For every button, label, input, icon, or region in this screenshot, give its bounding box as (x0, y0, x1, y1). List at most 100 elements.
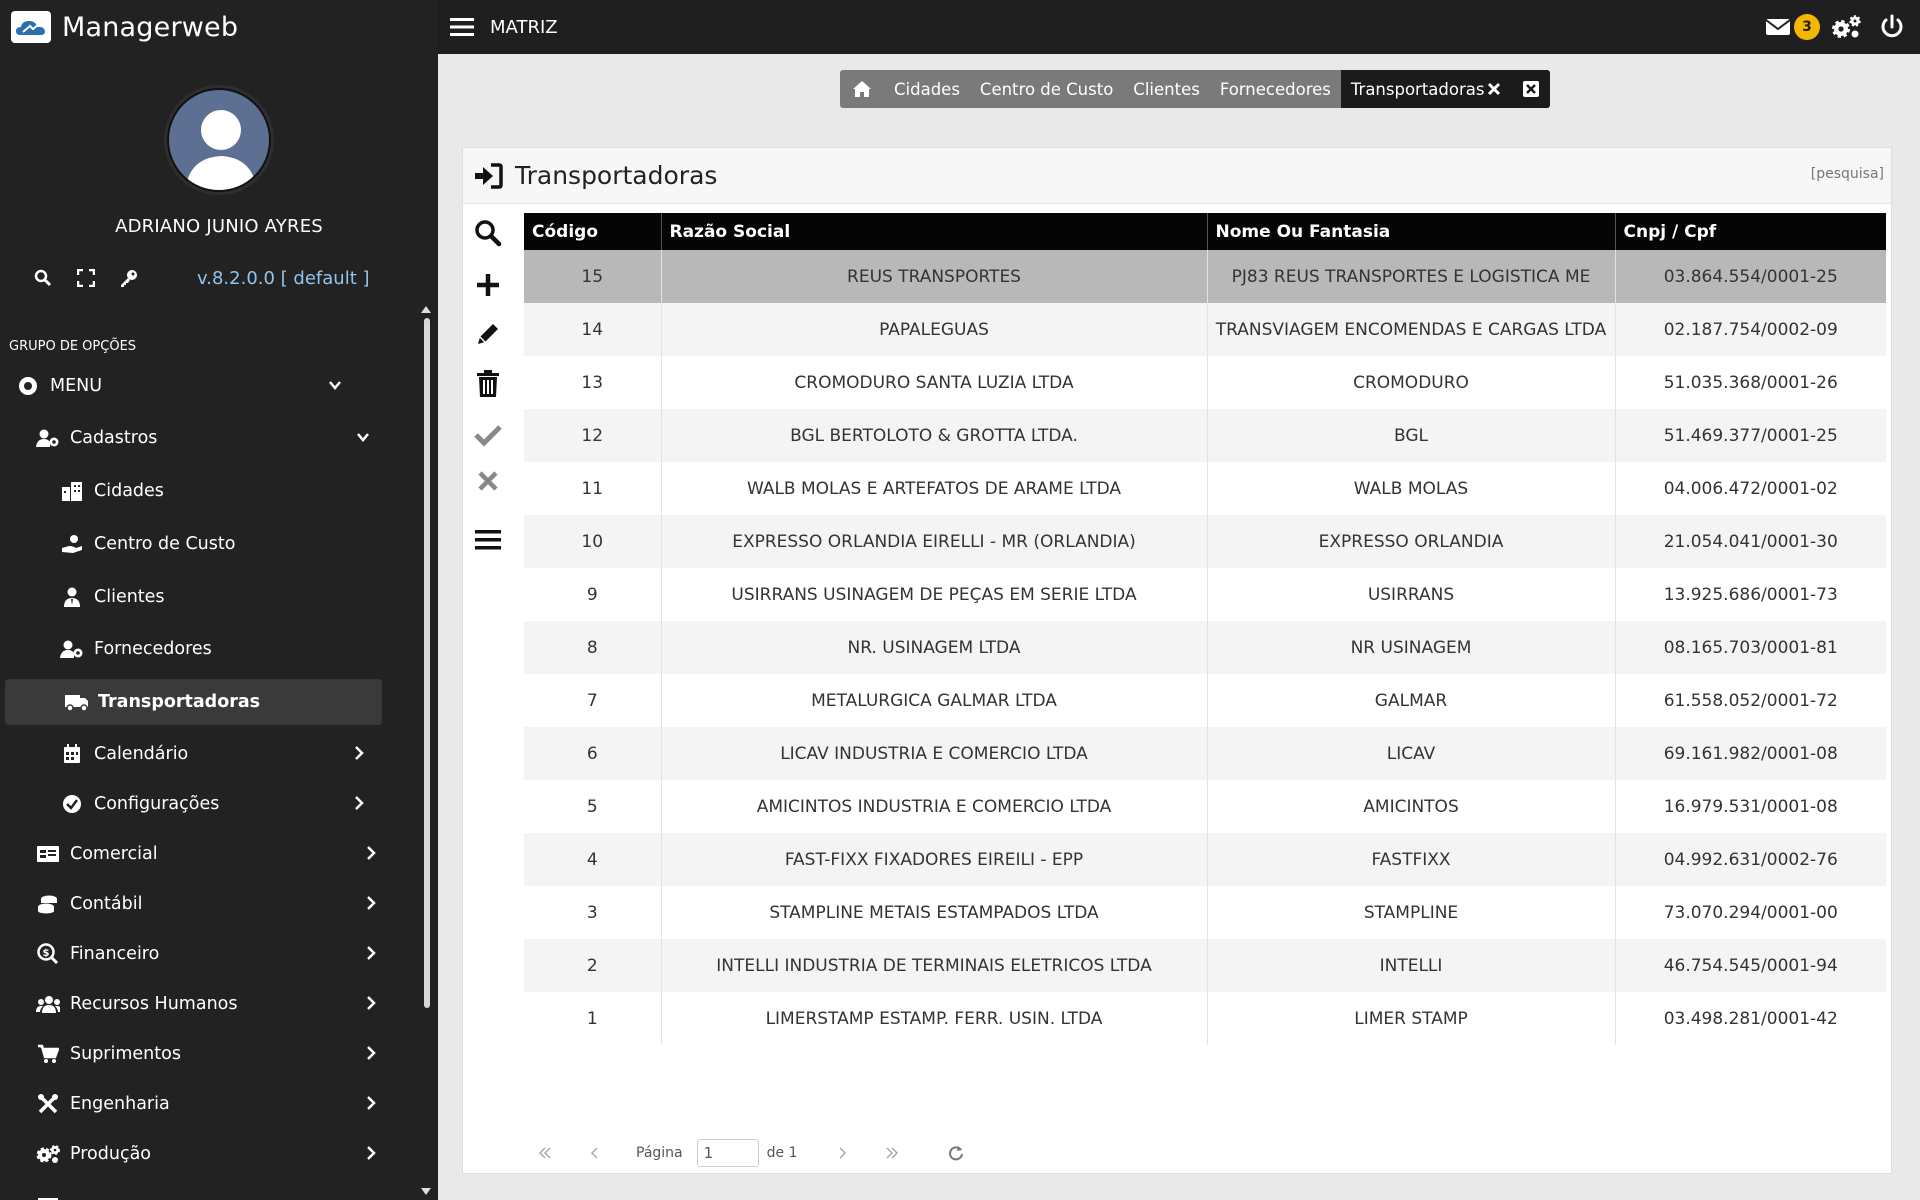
cell-codigo: 15 (524, 250, 662, 303)
sidebar-item-recursos-humanos[interactable]: Recursos Humanos (0, 982, 390, 1026)
search-button[interactable] (473, 218, 503, 248)
sidebar-item-configuracoes[interactable]: Configurações (0, 782, 390, 826)
table-row[interactable]: 11 WALB MOLAS E ARTEFATOS DE ARAME LTDA WA… (524, 462, 1886, 515)
app-name: Managerweb (62, 11, 239, 43)
sidebar-item-label: Cidades (94, 481, 164, 501)
chevron-right-icon (364, 895, 378, 916)
column-header-razao-social[interactable]: Razão Social (661, 213, 1208, 250)
sidebar-item-calendario[interactable]: Calendário (0, 732, 390, 776)
table-row[interactable]: 15 REUS TRANSPORTES PJ83 REUS TRANSPORTES … (524, 250, 1886, 303)
prev-page-icon[interactable] (584, 1142, 606, 1164)
table-row[interactable]: 8 NR. USINAGEM LTDA NR USINAGEM 08.165.703/… (524, 621, 1886, 674)
tab-cidades[interactable]: Cidades (884, 70, 970, 108)
add-button[interactable] (473, 270, 503, 300)
edit-button[interactable] (473, 319, 503, 349)
table-row[interactable]: 7 METALURGICA GALMAR LTDA GALMAR 61.558.052… (524, 674, 1886, 727)
cogs-icon[interactable] (1830, 14, 1862, 40)
chevron-down-icon (356, 429, 370, 449)
table-row[interactable]: 14 PAPALEGUAS TRANSVIAGEM ENCOMENDAS E CAR… (524, 303, 1886, 356)
tab-home[interactable] (840, 70, 884, 108)
cell-cnpj-cpf: 51.469.377/0001-25 (1615, 409, 1886, 462)
power-icon[interactable] (1880, 14, 1904, 40)
column-header-cnpj-cpf[interactable]: Cnpj / Cpf (1615, 213, 1886, 250)
cell-cnpj-cpf: 03.864.554/0001-25 (1615, 250, 1886, 303)
home-icon (852, 80, 872, 98)
cell-razao-social: CROMODURO SANTA LUZIA LTDA (661, 356, 1208, 409)
version-label[interactable]: v.8.2.0.0 [ default ] (197, 268, 370, 289)
sidebar-item-financeiro[interactable]: $ Financeiro (0, 932, 390, 976)
close-icon[interactable] (1486, 81, 1502, 97)
svg-text:$: $ (43, 948, 50, 959)
sidebar-item-label: Transportadoras (98, 692, 261, 712)
topbar: MATRIZ 3 (438, 0, 1920, 54)
sidebar-item-suprimentos[interactable]: Suprimentos (0, 1032, 390, 1076)
sidebar-item-cidades[interactable]: Cidades (0, 469, 390, 513)
table-row[interactable]: 12 BGL BERTOLOTO & GROTTA LTDA. BGL 51.469.… (524, 409, 1886, 462)
delete-button[interactable] (473, 369, 503, 399)
sidebar-item-clientes[interactable]: Clientes (0, 575, 390, 619)
search-icon[interactable] (32, 267, 54, 289)
refresh-icon[interactable] (945, 1142, 967, 1164)
page-number-input[interactable] (696, 1139, 759, 1167)
chevron-right-icon (364, 945, 378, 966)
cell-cnpj-cpf: 04.006.472/0001-02 (1615, 462, 1886, 515)
hamburger-menu-icon[interactable] (450, 16, 476, 38)
scroll-up-arrow[interactable] (421, 306, 431, 313)
cell-nome-fantasia: LIMER STAMP (1207, 992, 1616, 1045)
tab-transportadoras[interactable]: Transportadoras (1340, 70, 1503, 108)
cell-codigo: 14 (524, 303, 662, 356)
table-row[interactable]: 5 AMICINTOS INDUSTRIA E COMERCIO LTDA AMIC… (524, 780, 1886, 833)
list-menu-button[interactable] (473, 525, 503, 555)
sidebar-item-cadastros[interactable]: Cadastros (0, 416, 390, 460)
transportadoras-table: Código Razão Social Nome Ou Fantasia Cnp… (524, 213, 1886, 1045)
brand: Managerweb (0, 0, 438, 54)
tab-centro-de-custo[interactable]: Centro de Custo (970, 70, 1123, 108)
cell-codigo: 8 (524, 621, 662, 674)
table-row[interactable]: 9 USIRRANS USINAGEM DE PEÇAS EM SERIE LTD… (524, 568, 1886, 621)
column-header-codigo[interactable]: Código (524, 213, 662, 250)
close-all-tabs-button[interactable] (1502, 70, 1551, 108)
avatar[interactable] (167, 88, 271, 192)
folder-icon (36, 1192, 60, 1200)
cell-nome-fantasia: USIRRANS (1207, 568, 1616, 621)
mail-icon[interactable] (1765, 17, 1791, 37)
sidebar-item-comercial[interactable]: Comercial (0, 832, 390, 876)
context-title[interactable]: MATRIZ (490, 17, 558, 38)
last-page-icon[interactable] (881, 1142, 903, 1164)
key-icon[interactable] (118, 267, 140, 289)
table-row[interactable]: 4 FAST-FIXX FIXADORES EIREILI - EPP FASTFI… (524, 833, 1886, 886)
cell-nome-fantasia: BGL (1207, 409, 1616, 462)
column-header-nome-fantasia[interactable]: Nome Ou Fantasia (1207, 213, 1616, 250)
sidebar-item-producao[interactable]: Produção (0, 1132, 390, 1176)
sidebar-item-transportadoras[interactable]: Transportadoras (5, 679, 382, 725)
cancel-button[interactable] (473, 466, 503, 496)
table-row[interactable]: 3 STAMPLINE METAIS ESTAMPADOS LTDA STAMPLI… (524, 886, 1886, 939)
notification-badge[interactable]: 3 (1794, 14, 1820, 40)
table-row[interactable]: 2 INTELLI INDUSTRIA DE TERMINAIS ELETRICO… (524, 939, 1886, 992)
table-row[interactable]: 6 LICAV INDUSTRIA E COMERCIO LTDA LICAV 69.… (524, 727, 1886, 780)
cell-cnpj-cpf: 02.187.754/0002-09 (1615, 303, 1886, 356)
sidebar-scrollbar[interactable] (424, 318, 430, 1008)
fullscreen-icon[interactable] (75, 267, 97, 289)
sidebar-item-engenharia[interactable]: Engenharia (0, 1082, 390, 1126)
confirm-button[interactable] (473, 420, 503, 450)
page-title: Transportadoras (515, 161, 718, 190)
scroll-down-arrow[interactable] (421, 1188, 431, 1195)
sidebar-item-centro-de-custo[interactable]: Centro de Custo (0, 522, 390, 566)
search-link[interactable]: [pesquisa] (1811, 166, 1884, 182)
table-row[interactable]: 10 EXPRESSO ORLANDIA EIRELLI - MR (ORLAND… (524, 515, 1886, 568)
sidebar-item-contabil[interactable]: Contábil (0, 882, 390, 926)
calendar-icon (60, 742, 84, 766)
table-row[interactable]: 1 LIMERSTAMP ESTAMP. FERR. USIN. LTDA LIME… (524, 992, 1886, 1045)
table-row[interactable]: 13 CROMODURO SANTA LUZIA LTDA CROMODURO 51.… (524, 356, 1886, 409)
tab-clientes[interactable]: Clientes (1123, 70, 1210, 108)
cell-razao-social: NR. USINAGEM LTDA (661, 621, 1208, 674)
truck-icon (64, 690, 88, 714)
first-page-icon[interactable] (534, 1142, 556, 1164)
sidebar-item-fornecedores[interactable]: Fornecedores (0, 627, 390, 671)
tab-fornecedores[interactable]: Fornecedores (1210, 70, 1341, 108)
sidebar-item-more[interactable] (0, 1182, 390, 1200)
sidebar-item-menu[interactable]: MENU (0, 364, 390, 408)
next-page-icon[interactable] (831, 1142, 853, 1164)
cloud-logo-icon (11, 11, 51, 43)
